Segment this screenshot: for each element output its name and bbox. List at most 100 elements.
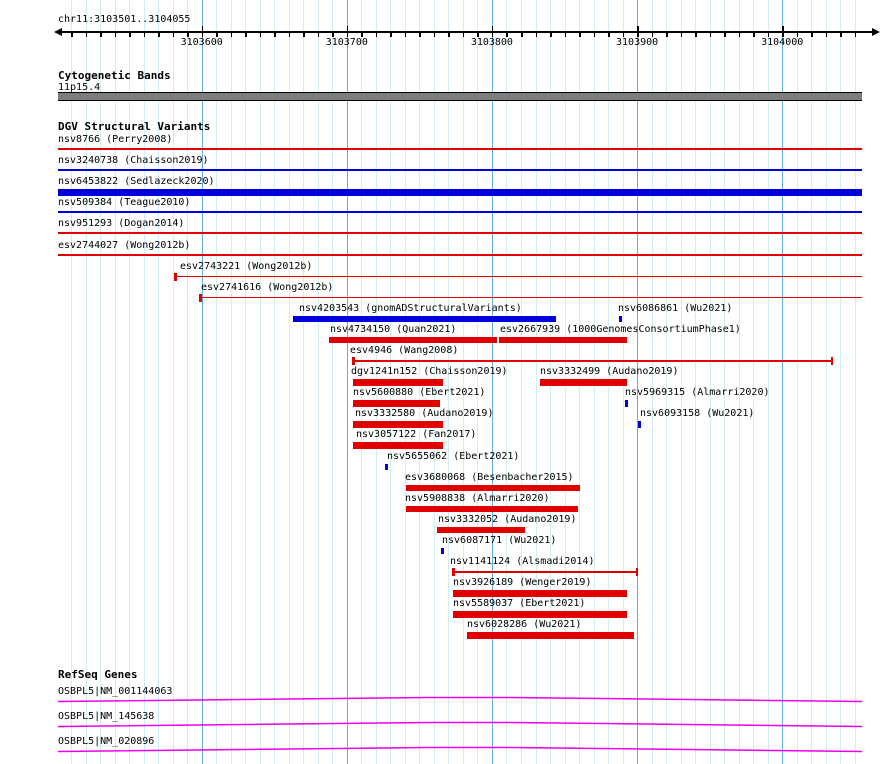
variant-label: nsv5600880 (Ebert2021) [353,387,486,399]
grid-line-minor [288,0,290,764]
grid-line-minor [666,0,668,764]
grid-line-minor [332,0,334,764]
ruler-minor-tick [724,31,726,37]
variant-point[interactable] [441,547,444,555]
grid-line-minor [245,0,247,764]
ruler-minor-tick [85,31,88,37]
cytoband-bar [58,92,862,101]
genome-browser: chr11:3103501..3104055 3103600 3103700 310… [0,0,890,764]
cytogenetic-bands-title: Cytogenetic Bands [58,69,171,82]
variant-range-line[interactable] [352,360,833,362]
variant-label: nsv5589037 (Ebert2021) [453,598,586,610]
ruler-tick-label: 3103900 [616,37,659,48]
variant-range-endcap [830,357,833,365]
ruler-minor-tick [332,31,334,37]
grid-line-minor [535,0,537,764]
gene-line[interactable] [57,721,863,729]
grid-line-minor [753,0,755,764]
ruler-minor-tick [521,31,523,37]
ruler-minor-tick [796,31,799,37]
variant-bar[interactable] [406,484,580,492]
ruler-minor-tick [375,31,378,37]
ruler-minor-tick [767,31,770,37]
variant-bar[interactable] [58,189,862,196]
ruler-minor-tick [753,31,755,37]
variant-bar[interactable] [293,315,556,323]
ruler-minor-tick [143,31,146,37]
variant-range-line[interactable] [452,571,638,573]
grid-line-minor [129,0,131,764]
ruler-minor-tick [608,31,610,37]
variant-bar[interactable] [540,379,627,386]
grid-line-minor [303,0,305,764]
variant-bar[interactable] [353,400,440,407]
variant-bar[interactable] [499,336,627,344]
ruler-minor-tick [593,31,595,37]
variant-bar[interactable] [58,169,862,172]
ruler-minor-tick [114,31,117,37]
grid-line-minor [709,0,711,764]
variant-range-endcap [174,272,177,281]
ruler-minor-tick [230,31,233,37]
grid-line-minor [172,0,174,764]
ruler-minor-tick [187,31,189,37]
ruler-minor-tick [433,31,436,37]
grid-line-major [782,0,784,764]
variant-label: nsv3332052 (Audano2019) [438,513,577,525]
variant-range-endcap [352,357,355,365]
grid-line-minor [216,0,218,764]
grid-line-minor [796,0,798,764]
variant-bar[interactable] [353,442,443,449]
variant-range-line[interactable] [174,275,862,278]
ruler-minor-tick [462,31,465,37]
variant-point[interactable] [385,463,388,470]
variant-bar[interactable] [437,526,525,534]
ruler-minor-tick [129,31,131,37]
variant-bar[interactable] [58,232,862,235]
variant-point[interactable] [625,400,628,407]
ruler-minor-tick [448,31,450,37]
variant-bar[interactable] [353,421,443,428]
variant-bar[interactable] [353,379,443,386]
variant-bar[interactable] [406,505,578,513]
gene-line[interactable] [57,696,863,704]
variant-point[interactable] [638,421,641,428]
variant-bar[interactable] [329,336,497,344]
ruler-minor-tick [825,31,828,37]
variant-range-endcap [635,568,638,576]
variant-label: nsv3240738 (Chaisson2019) [58,155,209,167]
ruler-minor-tick [854,31,857,37]
ruler-major-tick [637,26,639,37]
variant-label: nsv6093158 (Wu2021) [640,408,755,420]
ruler-minor-tick [216,31,218,37]
gene-line[interactable] [57,746,863,754]
variant-bar[interactable] [467,632,634,639]
variant-bar[interactable] [453,590,627,597]
variant-bar[interactable] [58,148,862,150]
grid-line-minor [462,0,464,764]
grid-line-minor [825,0,827,764]
variant-bar[interactable] [58,253,862,256]
ruler-minor-tick [390,31,392,37]
variant-range-line[interactable] [199,296,862,299]
variant-bar[interactable] [58,211,862,214]
variant-label: esv3680068 (Besenbacher2015) [405,471,574,483]
ruler-minor-tick [71,31,73,37]
grid-line-major [201,0,203,764]
variant-bar[interactable] [453,611,627,618]
variant-label: nsv5969315 (Almarri2020) [625,387,770,399]
grid-line-minor [259,0,261,764]
variant-range-endcap [199,293,202,302]
grid-line-minor [651,0,653,764]
ruler-minor-tick [506,31,508,37]
grid-line-minor [274,0,276,764]
variant-label: esv2667939 (1000GenomesConsortiumPhase1) [500,323,741,335]
variant-point[interactable] [619,315,622,323]
ruler-minor-tick [361,31,363,37]
grid-line-minor [143,0,145,764]
variant-label: esv2744027 (Wong2012b) [58,239,191,251]
ruler-minor-tick [811,31,813,37]
grid-line-minor [724,0,726,764]
grid-line-minor [738,0,740,764]
ruler-minor-tick [622,31,624,37]
